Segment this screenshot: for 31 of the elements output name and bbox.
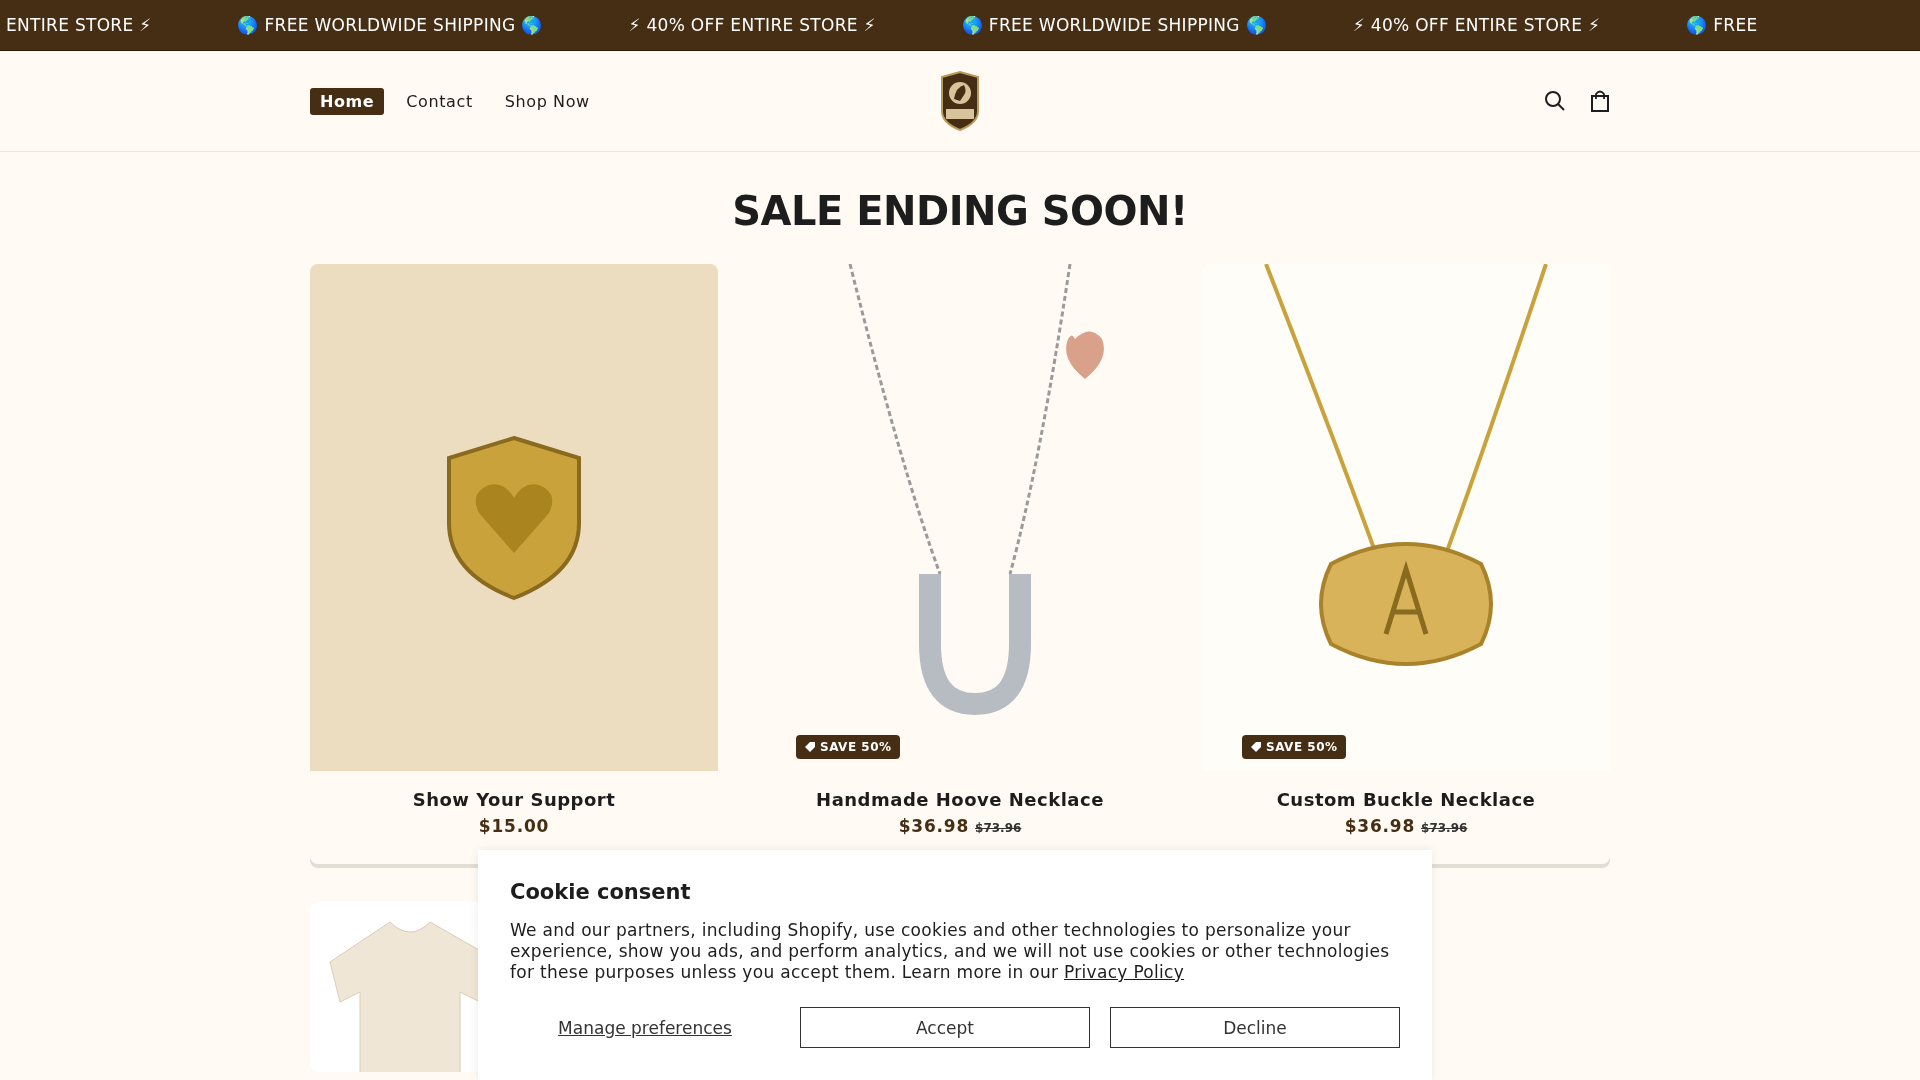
nav-link[interactable]: Shop Now [494, 87, 600, 115]
tag-icon [1250, 741, 1262, 753]
sale-badge: SAVE 50% [796, 735, 900, 759]
consent-button[interactable]: Accept [800, 1007, 1090, 1048]
announcement-text: ENTIRE STORE ⚡ [6, 15, 152, 35]
product-title[interactable]: Handmade Hoove Necklace [816, 789, 1104, 810]
announcement-text: ⚡ 40% OFF ENTIRE STORE ⚡ [628, 15, 876, 35]
shopping-bag-icon[interactable] [1590, 89, 1610, 113]
product-title[interactable]: Custom Buckle Necklace [1276, 789, 1536, 810]
product-price: $36.98 [1344, 816, 1416, 836]
nav-link[interactable]: Contact [396, 87, 483, 115]
product-price: $15.00 [478, 816, 550, 836]
announcement-text: 🌎 FREE [1686, 15, 1758, 35]
cookie-text: We and our partners, including Shopify, use cookies and other technologies to personalize your experience, show you ads, and perform analytics, and we will not use cookies or other technologies for these purposes unless you accept them. Learn more in our Privacy Policy [510, 920, 1391, 983]
consent-button[interactable]: Decline [1110, 1007, 1400, 1048]
announcement-text: ⚡ 40% OFF ENTIRE STORE ⚡ [1352, 15, 1601, 35]
announcement-text: 🌎 FREE WORLDWIDE SHIPPING 🌎 [961, 15, 1267, 35]
product-price: $36.98 [898, 816, 970, 836]
logo-icon[interactable] [938, 71, 982, 131]
product-title[interactable]: Show Your Support [412, 789, 616, 810]
announcement-text: 🌎 FREE WORLDWIDE SHIPPING 🌎 [237, 15, 543, 35]
nav-link[interactable]: Home [310, 87, 385, 115]
cookie-title: Cookie consent [510, 880, 692, 904]
manage-preferences-link[interactable]: Manage preferences [510, 1007, 780, 1048]
privacy-policy-link[interactable]: Privacy Policy [1064, 962, 1185, 982]
tag-icon [804, 741, 816, 753]
compare-price: $73.96 [1421, 821, 1468, 835]
compare-price: $73.96 [975, 821, 1022, 835]
sale-badge: SAVE 50% [1242, 735, 1346, 759]
section-title: SALE ENDING SOON! [731, 188, 1189, 234]
search-icon[interactable] [1544, 90, 1566, 112]
